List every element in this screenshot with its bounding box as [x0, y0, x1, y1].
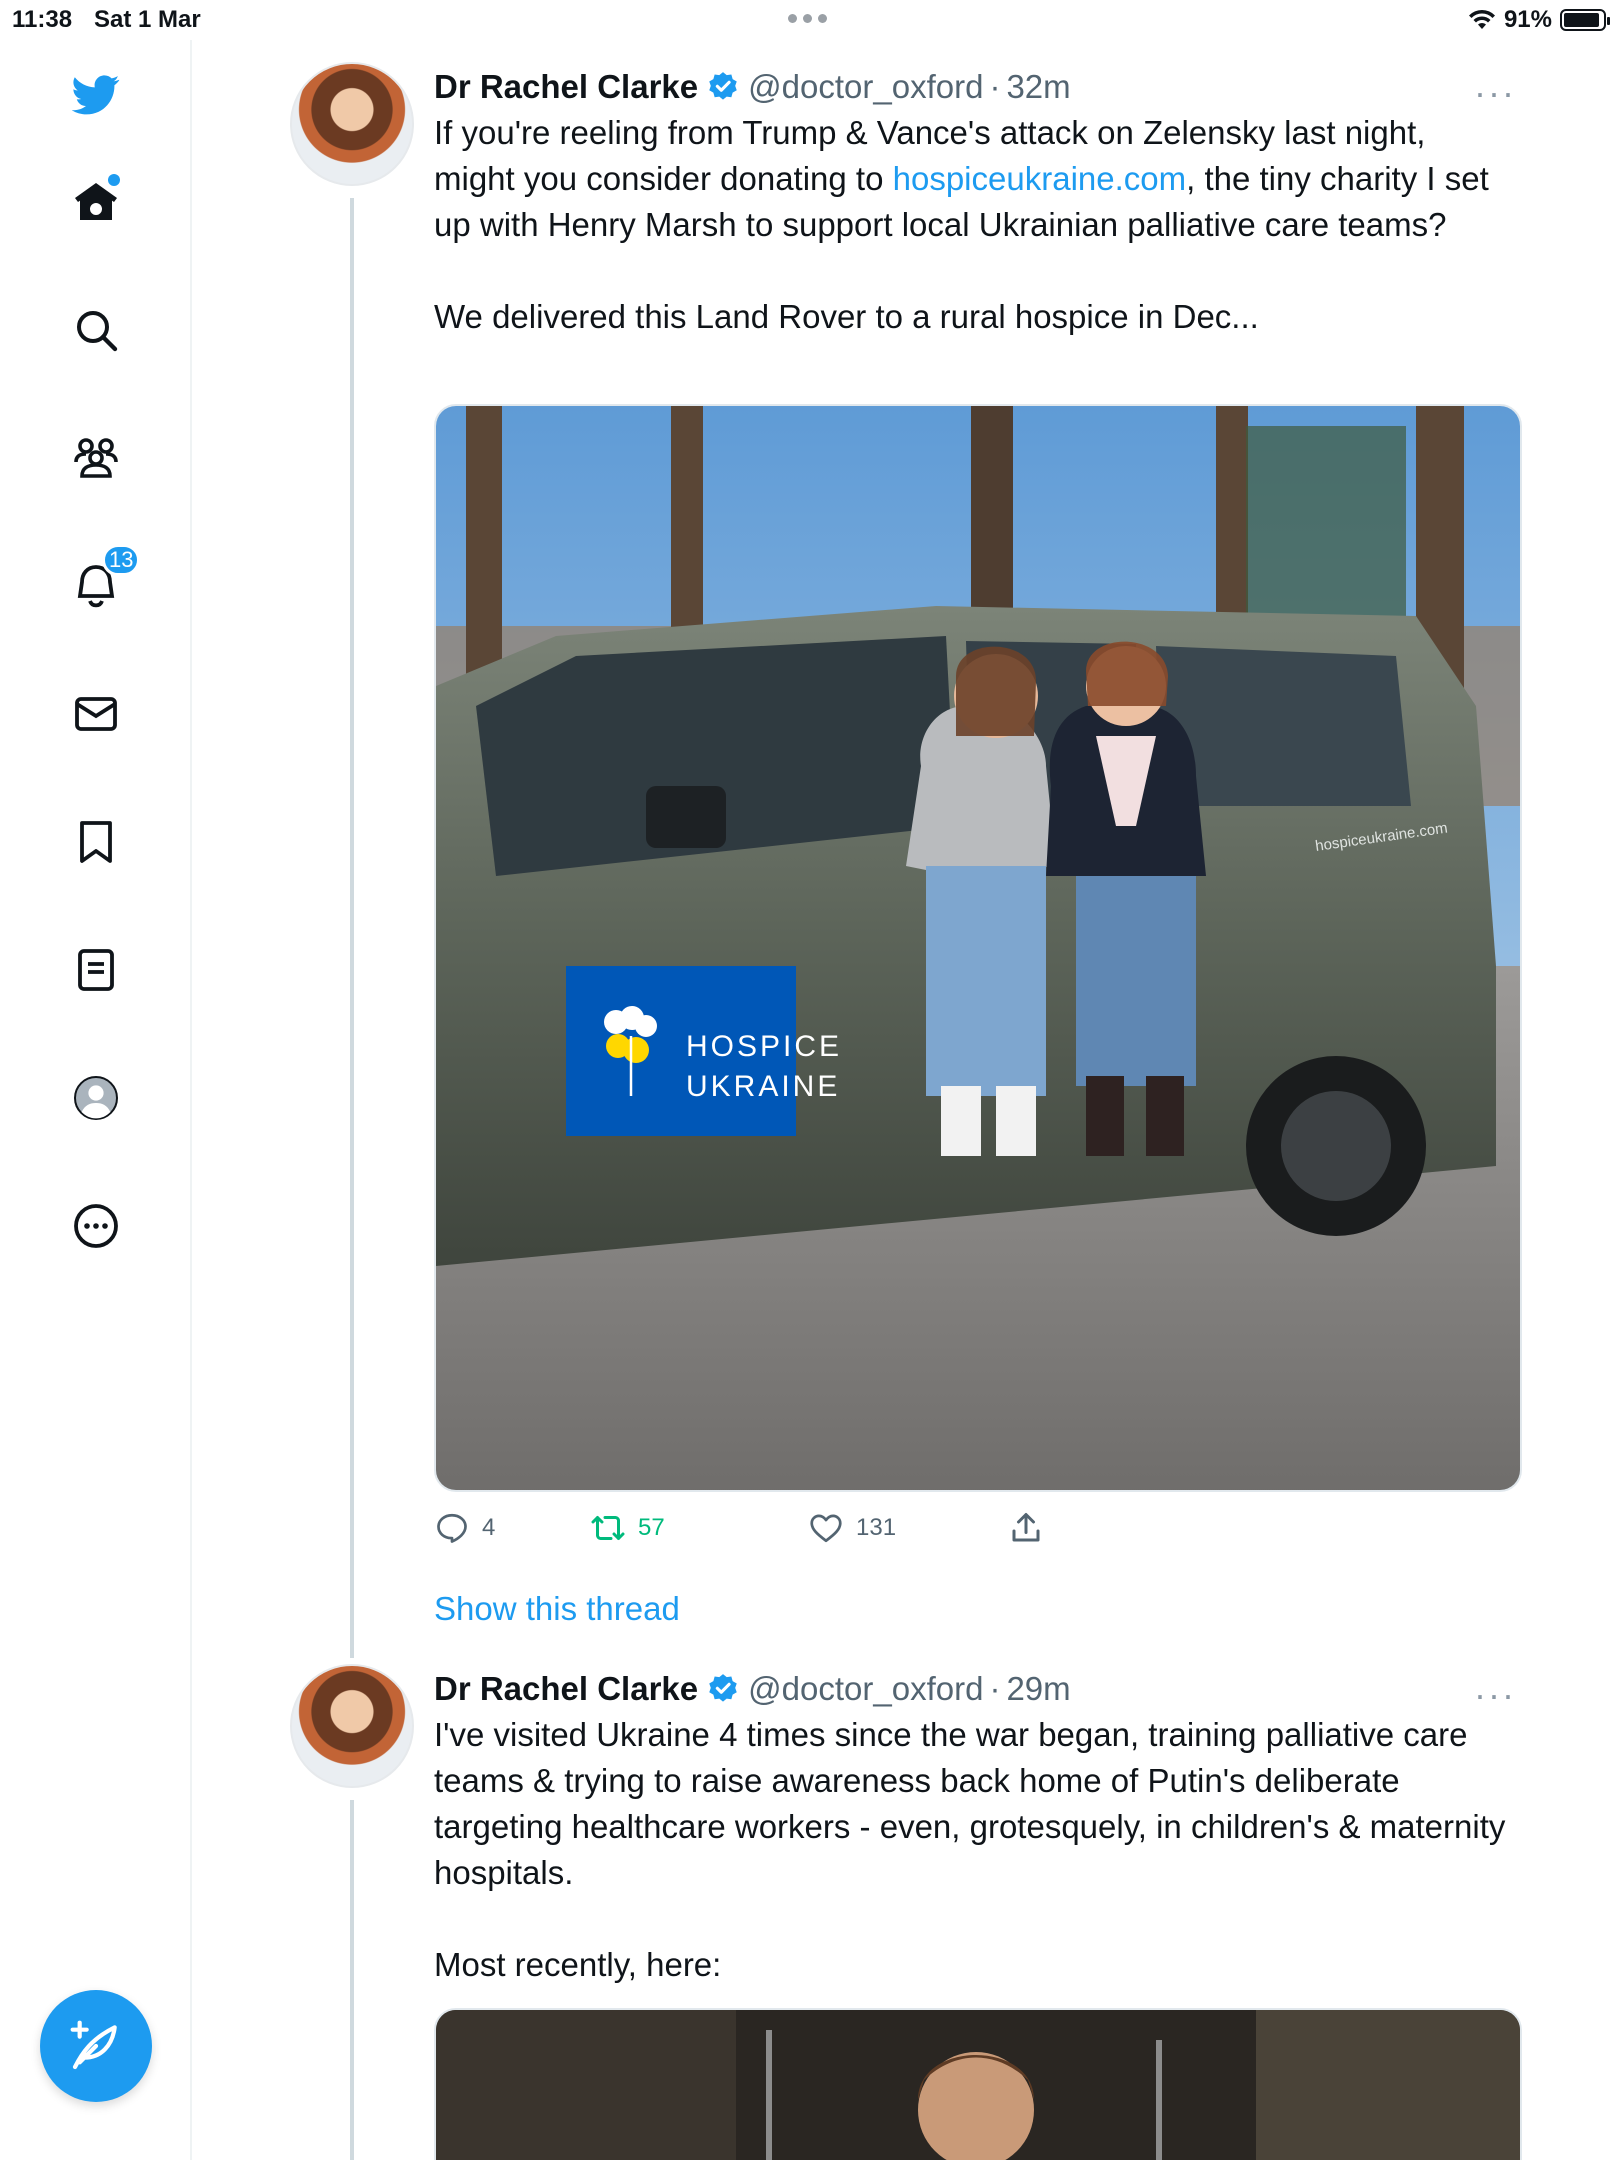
more-options-icon[interactable]: ···	[1474, 72, 1516, 114]
separator: ·	[989, 68, 1001, 105]
status-date: Sat 1 Mar	[94, 6, 201, 33]
twitter-logo-button[interactable]	[66, 64, 126, 124]
tweet-text: If you're reeling from Trump & Vance's a…	[434, 110, 1514, 340]
tweet-header: Dr Rachel Clarke @doctor_oxford · 29m	[434, 1670, 1071, 1708]
messages-icon	[75, 697, 117, 731]
author-name[interactable]: Dr Rachel Clarke	[434, 1670, 698, 1708]
compose-tweet-button[interactable]	[40, 1990, 152, 2102]
bookmarks-icon	[80, 821, 112, 863]
tweet-1[interactable]: Dr Rachel Clarke @doctor_oxford · 32m ··…	[290, 62, 1530, 1658]
reply-icon	[437, 1513, 467, 1543]
thread-line	[350, 198, 354, 1658]
nav-explore[interactable]	[66, 300, 126, 360]
hospiceukraine-link[interactable]: hospiceukraine.com	[893, 160, 1187, 197]
retweet-icon	[591, 1516, 625, 1540]
twitter-bird-icon	[72, 75, 120, 115]
thread-line	[350, 1800, 354, 2160]
nav-lists[interactable]	[66, 940, 126, 1000]
verified-badge-icon	[709, 1674, 737, 1702]
multitasking-dots-icon[interactable]	[788, 14, 827, 23]
status-bar: 11:38 Sat 1 Mar 91%	[0, 0, 1620, 40]
tweet-text: I've visited Ukraine 4 times since the w…	[434, 1712, 1514, 1988]
status-time: 11:38	[12, 6, 73, 33]
tweet-timestamp[interactable]: 32m	[1006, 68, 1070, 106]
nav-profile[interactable]	[66, 1068, 126, 1128]
author-handle[interactable]: @doctor_oxford	[748, 1670, 983, 1708]
share-button[interactable]	[1008, 1510, 1208, 1546]
battery-fill	[1564, 13, 1599, 27]
tweet-text-paragraph-1: I've visited Ukraine 4 times since the w…	[434, 1716, 1506, 1891]
tweet-timestamp[interactable]: 29m	[1006, 1670, 1070, 1708]
avatar[interactable]	[290, 1664, 414, 1788]
more-options-icon[interactable]: ···	[1474, 1674, 1516, 1716]
nav-notifications[interactable]: 13	[66, 544, 141, 616]
battery-percent: 91%	[1503, 6, 1552, 33]
heart-icon	[810, 1514, 842, 1543]
show-thread-link[interactable]: Show this thread	[434, 1590, 680, 1628]
battery-icon	[1560, 9, 1610, 31]
tweet-2[interactable]: Dr Rachel Clarke @doctor_oxford · 29m ··…	[290, 1664, 1530, 2160]
hospital-photo	[436, 2010, 1520, 2160]
land-rover-photo: HOSPICE UKRAINE hospiceukraine.com	[436, 406, 1520, 1490]
author-name[interactable]: Dr Rachel Clarke	[434, 68, 698, 106]
sign-line-2: UKRAINE	[686, 1070, 840, 1103]
tweet-media-photo[interactable]	[434, 2008, 1522, 2160]
nav-communities[interactable]	[66, 428, 126, 488]
reply-count: 4	[482, 1514, 496, 1541]
like-count: 131	[856, 1514, 897, 1541]
author-handle[interactable]: @doctor_oxford	[748, 68, 983, 106]
like-button[interactable]: 131	[808, 1510, 1008, 1546]
nav-home[interactable]	[66, 172, 126, 232]
status-right: 91%	[1468, 6, 1610, 34]
nav-bookmarks[interactable]	[66, 812, 126, 872]
tweet-media-photo[interactable]: HOSPICE UKRAINE hospiceukraine.com	[434, 404, 1522, 1492]
share-icon	[1012, 1513, 1040, 1542]
tweet-header: Dr Rachel Clarke @doctor_oxford · 32m	[434, 68, 1071, 106]
communities-icon	[74, 438, 118, 478]
compose-feather-icon	[70, 2020, 117, 2070]
verified-badge-icon	[709, 72, 737, 100]
tweet-text-paragraph-2: We delivered this Land Rover to a rural …	[434, 298, 1259, 335]
tweet-text-paragraph-2: Most recently, here:	[434, 1946, 722, 1983]
sign-line-1: HOSPICE	[686, 1030, 842, 1063]
retweet-button[interactable]: 57	[590, 1510, 790, 1546]
search-icon	[77, 311, 118, 352]
notifications-badge: 13	[102, 544, 141, 576]
separator: ·	[989, 1670, 1001, 1707]
nav-messages[interactable]	[66, 684, 126, 744]
tweet-actions: 4 57 131	[434, 1510, 1208, 1546]
wifi-icon	[1468, 9, 1495, 29]
nav-more[interactable]	[66, 1196, 126, 1256]
sidebar: 13	[0, 40, 192, 2160]
more-icon	[74, 1204, 118, 1248]
avatar[interactable]	[290, 62, 414, 186]
lists-icon	[78, 949, 114, 991]
retweet-count: 57	[638, 1514, 665, 1541]
profile-icon	[74, 1076, 118, 1120]
home-notification-dot	[108, 174, 120, 186]
